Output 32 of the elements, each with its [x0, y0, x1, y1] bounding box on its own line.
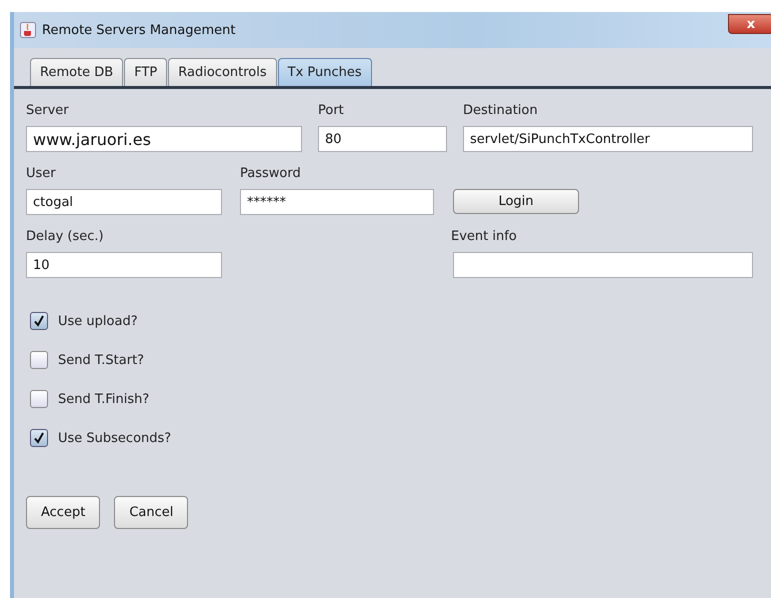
- dialog-button[interactable]: Cancel: [114, 496, 188, 529]
- tab[interactable]: Remote DB: [30, 58, 124, 86]
- checkbox[interactable]: [30, 390, 48, 408]
- port-field[interactable]: 80: [318, 126, 447, 152]
- tab[interactable]: FTP: [124, 58, 168, 86]
- field-label: User: [26, 166, 57, 181]
- tab[interactable]: Tx Punches: [278, 58, 372, 86]
- dialog-button[interactable]: Accept: [26, 496, 100, 529]
- destination-field[interactable]: servlet/SiPunchTxController: [463, 126, 753, 152]
- java-cup-icon: [20, 22, 36, 38]
- close-button[interactable]: x: [728, 14, 771, 34]
- server-field[interactable]: www.jaruori.es: [26, 126, 302, 152]
- checkbox[interactable]: [30, 312, 48, 330]
- user-field[interactable]: ctogal: [26, 189, 222, 215]
- checkbox[interactable]: [30, 351, 48, 369]
- field-label: Port: [318, 103, 345, 118]
- login-button[interactable]: Login: [453, 189, 579, 214]
- checkbox-label: Use upload?: [58, 314, 138, 328]
- checkbox[interactable]: [30, 429, 48, 447]
- checkbox-label: Send T.Finish?: [58, 392, 150, 406]
- tab[interactable]: Radiocontrols: [168, 58, 277, 86]
- field-label: Delay (sec.): [26, 229, 105, 244]
- delay-field[interactable]: 10: [26, 252, 222, 278]
- password-field[interactable]: ******: [240, 189, 434, 215]
- field-label: Destination: [463, 103, 539, 118]
- event-info-field[interactable]: [453, 252, 753, 278]
- checkbox-label: Send T.Start?: [58, 352, 144, 368]
- window-title: Remote Servers Management: [42, 22, 236, 38]
- field-label: Password: [240, 166, 302, 181]
- field-label: Server: [26, 103, 70, 118]
- checkbox-label: Use Subseconds?: [58, 430, 172, 446]
- field-label: Event info: [451, 229, 518, 244]
